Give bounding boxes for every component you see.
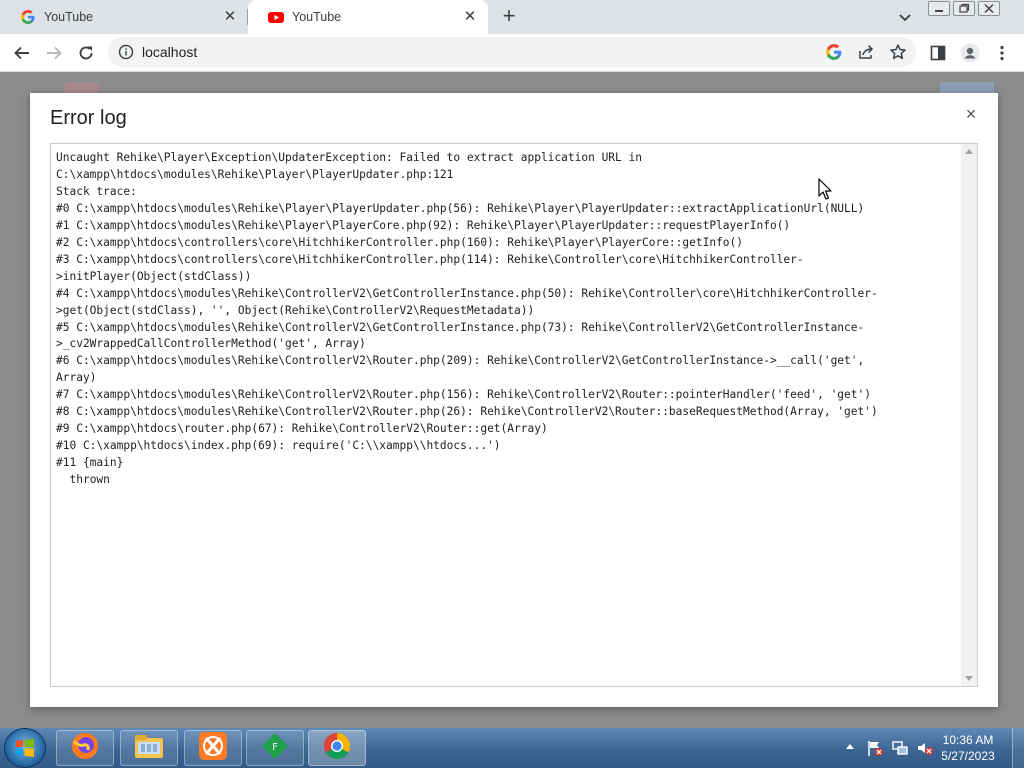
clock-date: 5/27/2023: [941, 749, 995, 763]
tab-youtube-2[interactable]: YouTube ✕: [248, 0, 488, 34]
show-hidden-icons-icon[interactable]: [846, 744, 854, 749]
mouse-cursor-icon: [818, 178, 832, 200]
close-icon[interactable]: ×: [964, 105, 978, 123]
reload-icon[interactable]: [76, 43, 96, 63]
taskbar-xampp[interactable]: [184, 730, 242, 766]
forward-icon[interactable]: [44, 43, 64, 63]
green-app-icon: F: [260, 731, 290, 766]
side-panel-icon[interactable]: [928, 43, 948, 63]
system-clock[interactable]: 10:36 AM 5/27/2023: [936, 732, 1000, 764]
scroll-down-icon[interactable]: [965, 676, 973, 681]
share-icon[interactable]: [857, 43, 875, 61]
google-lens-icon[interactable]: [825, 43, 843, 61]
restore-icon[interactable]: [953, 1, 975, 16]
network-icon[interactable]: [891, 739, 909, 757]
error-log-text: Uncaught Rehike\Player\Exception\Updater…: [56, 151, 878, 487]
youtube-icon: [268, 9, 284, 25]
taskbar-green-app[interactable]: F: [246, 730, 304, 766]
error-log-dialog: Error log × Uncaught Rehike\Player\Excep…: [30, 93, 998, 707]
tab-close-icon[interactable]: ✕: [462, 9, 478, 25]
new-tab-icon[interactable]: +: [498, 5, 520, 27]
info-icon[interactable]: [118, 44, 134, 60]
scrollbar[interactable]: [961, 144, 977, 686]
tab-strip: YouTube ✕ YouTube ✕ +: [0, 0, 1024, 34]
url-text: localhost: [142, 44, 198, 60]
menu-icon[interactable]: [992, 43, 1012, 63]
dialog-title: Error log: [50, 107, 127, 129]
google-icon: [20, 9, 36, 25]
address-bar[interactable]: localhost: [108, 37, 916, 67]
xampp-icon: [198, 731, 228, 766]
star-icon[interactable]: [889, 43, 907, 61]
taskbar-chrome[interactable]: [308, 730, 366, 766]
file-explorer-icon: [133, 732, 165, 765]
browser-toolbar: localhost: [0, 34, 1024, 72]
taskbar-firefox[interactable]: [56, 730, 114, 766]
flag-icon[interactable]: [866, 739, 884, 757]
tab-title: YouTube: [292, 10, 342, 24]
firefox-icon: [70, 731, 100, 766]
profile-icon[interactable]: [960, 43, 980, 63]
tab-youtube-1[interactable]: YouTube ✕: [0, 0, 248, 34]
tab-close-icon[interactable]: ✕: [222, 9, 238, 25]
taskbar-file-explorer[interactable]: [120, 730, 178, 766]
clock-time: 10:36 AM: [942, 733, 994, 747]
start-button[interactable]: [5, 729, 45, 767]
minimize-icon[interactable]: [928, 1, 950, 16]
volume-muted-icon[interactable]: [916, 739, 934, 757]
error-log-textarea[interactable]: Uncaught Rehike\Player\Exception\Updater…: [50, 143, 978, 687]
scroll-up-icon[interactable]: [965, 149, 973, 154]
window-controls: [928, 1, 1003, 17]
svg-text:F: F: [272, 742, 278, 753]
chrome-icon: [322, 731, 352, 766]
show-desktop-button[interactable]: [1012, 728, 1024, 768]
close-window-icon[interactable]: [978, 1, 1000, 16]
back-icon[interactable]: [12, 43, 32, 63]
tab-title: YouTube: [44, 10, 94, 24]
tab-search-icon[interactable]: [896, 8, 914, 26]
